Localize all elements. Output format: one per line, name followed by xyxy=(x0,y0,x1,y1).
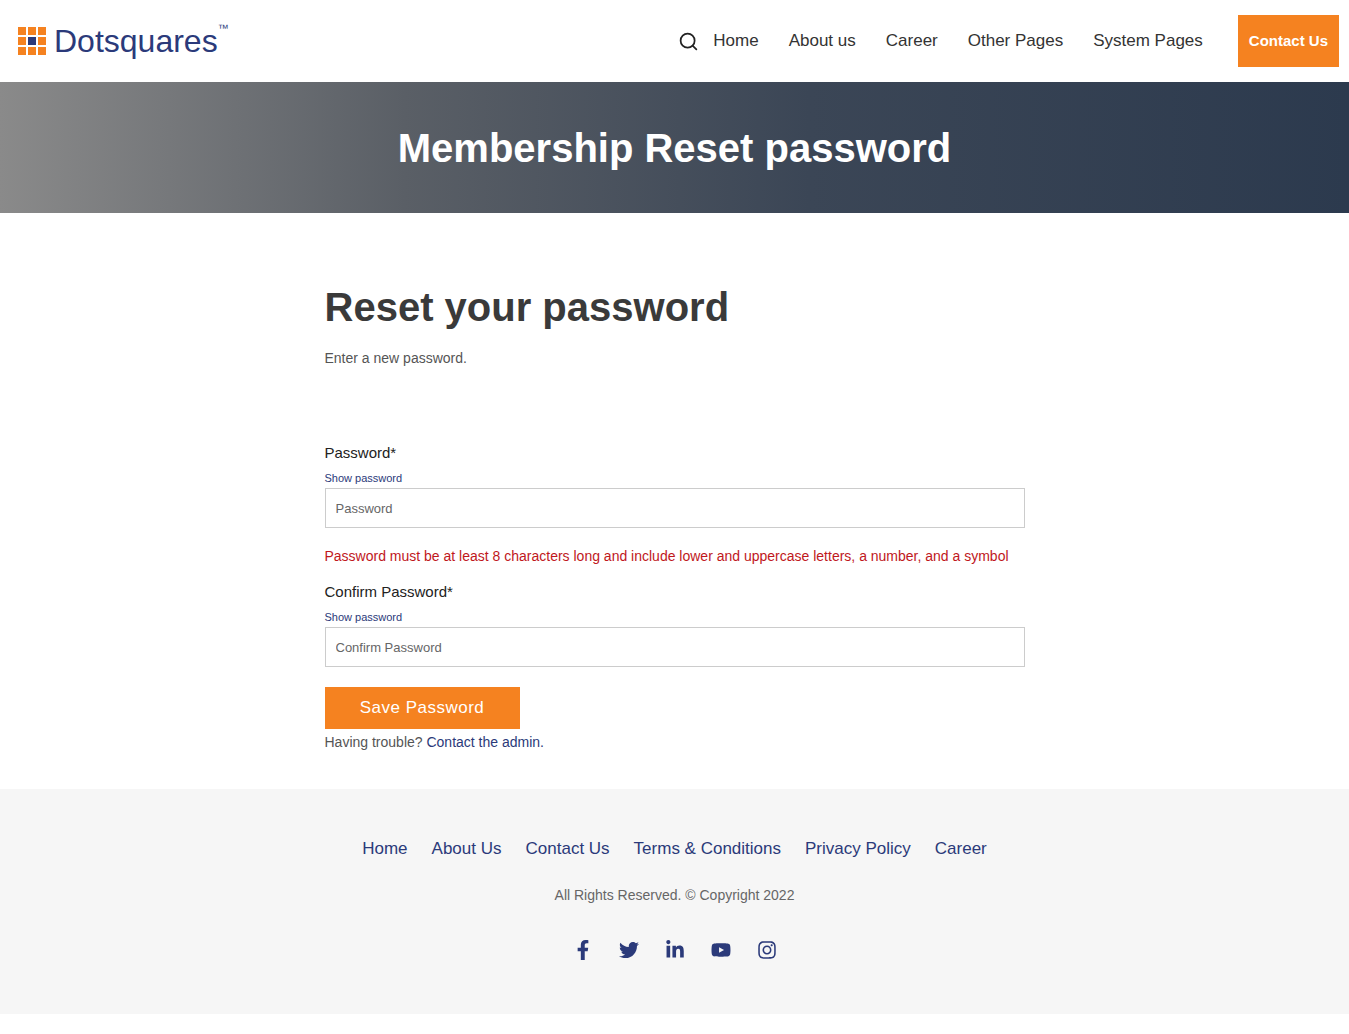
facebook-icon[interactable] xyxy=(573,940,593,960)
contact-button[interactable]: Contact Us xyxy=(1238,15,1339,67)
form-heading: Reset your password xyxy=(325,283,1025,331)
social-links xyxy=(573,940,777,960)
footer-link[interactable]: About Us xyxy=(432,837,502,861)
footer-link[interactable]: Home xyxy=(362,837,407,861)
logo-icon xyxy=(18,27,46,55)
form-subtitle: Enter a new password. xyxy=(325,348,1025,368)
show-password-toggle[interactable]: Show password xyxy=(325,471,1025,485)
nav-link[interactable]: Home xyxy=(713,28,758,54)
logo-text: Dotsquares xyxy=(54,22,218,60)
page: Dotsquares™ Home About us Career Other Pages… xyxy=(0,0,1349,1034)
show-password-toggle[interactable]: Show password xyxy=(325,610,1025,624)
twitter-icon[interactable] xyxy=(619,940,639,960)
reset-form: Reset your password Enter a new password.… xyxy=(325,283,1025,752)
nav-link[interactable]: About us xyxy=(789,28,856,54)
nav-link[interactable]: System Pages xyxy=(1093,28,1203,54)
linkedin-icon[interactable] xyxy=(665,940,685,960)
footer-link[interactable]: Contact Us xyxy=(526,837,610,861)
help-text: Having trouble? Contact the admin. xyxy=(325,732,1025,752)
footer-link[interactable]: Career xyxy=(935,837,987,861)
nav-link[interactable]: Other Pages xyxy=(968,28,1063,54)
nav-link[interactable]: Career xyxy=(886,28,938,54)
header: Dotsquares™ Home About us Career Other Pages… xyxy=(0,0,1349,82)
footer-link[interactable]: Terms & Conditions xyxy=(634,837,781,861)
banner: Membership Reset password xyxy=(0,82,1349,213)
youtube-icon[interactable] xyxy=(711,940,731,960)
instagram-icon[interactable] xyxy=(757,940,777,960)
field-label: Confirm Password* xyxy=(325,582,1025,602)
password-input[interactable] xyxy=(325,627,1025,667)
form-field: Confirm Password* Show password xyxy=(325,582,1025,667)
banner-title: Membership Reset password xyxy=(398,118,952,178)
footer: Home About Us Contact Us Terms & Conditions… xyxy=(0,789,1349,1014)
contact-admin-link[interactable]: Contact the admin. xyxy=(426,734,544,750)
footer-link[interactable]: Privacy Policy xyxy=(805,837,911,861)
trademark: ™ xyxy=(218,22,229,34)
field-error: Password must be at least 8 characters l… xyxy=(325,546,1025,566)
form-field: Password* Show password Password must be a… xyxy=(325,443,1025,566)
copyright: All Rights Reserved. © Copyright 2022 xyxy=(555,885,795,905)
reset-form-section: Reset your password Enter a new password.… xyxy=(0,213,1349,789)
field-label: Password* xyxy=(325,443,1025,463)
search-icon[interactable] xyxy=(678,31,699,52)
footer-links: Home About Us Contact Us Terms & Conditions… xyxy=(362,837,987,861)
main-nav: Home About us Career Other Pages System Page… xyxy=(678,15,1339,67)
logo[interactable]: Dotsquares™ xyxy=(18,22,229,60)
save-password-button[interactable]: Save Password xyxy=(325,687,520,729)
password-input[interactable] xyxy=(325,488,1025,528)
